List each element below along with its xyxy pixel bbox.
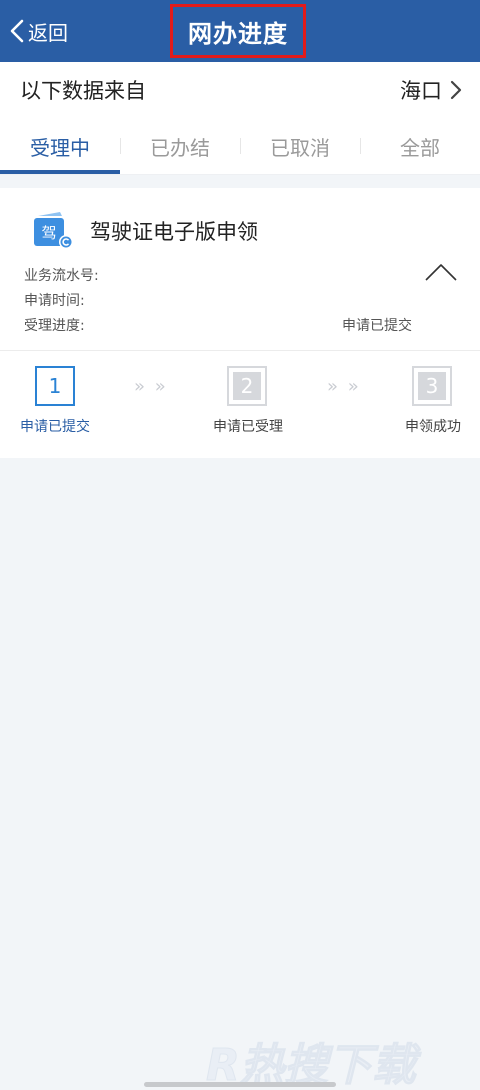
tabs-divider xyxy=(0,174,480,175)
item-title: 驾驶证电子版申领 xyxy=(90,220,258,244)
tab-cancelled[interactable]: 已取消 xyxy=(240,118,360,174)
status-tabs: 受理中 已办结 已取消 全部 xyxy=(0,118,480,174)
city-name: 海口 xyxy=(400,79,442,103)
title-highlight-box: 网办进度 xyxy=(170,4,306,58)
step-3-number: 3 xyxy=(418,372,446,400)
application-card: 驾 驾驶证电子版申领 业务流水号: 申请时间: 受理进度: 申请已提交 1 申请… xyxy=(0,188,480,458)
step-1-box: 1 xyxy=(35,366,75,406)
data-source-row[interactable]: 以下数据来自 海口 xyxy=(0,62,480,118)
card-divider xyxy=(0,350,480,351)
back-label: 返回 xyxy=(28,20,68,45)
city-selector[interactable]: 海口 xyxy=(400,75,462,105)
tab-all[interactable]: 全部 xyxy=(360,118,480,174)
chevron-right-icon xyxy=(450,80,462,100)
home-indicator xyxy=(144,1082,336,1087)
step-2-number: 2 xyxy=(233,372,261,400)
step-1-label: 申请已提交 xyxy=(20,419,90,435)
step-arrows: » » xyxy=(327,376,361,397)
page-title: 网办进度 xyxy=(188,19,288,48)
header-bar: 返回 网办进度 xyxy=(0,0,480,62)
license-icon: 驾 xyxy=(34,212,73,249)
step-3-label: 申领成功 xyxy=(405,419,461,435)
apply-time-label: 申请时间: xyxy=(24,293,85,309)
tab-completed[interactable]: 已办结 xyxy=(120,118,240,174)
back-button[interactable]: 返回 xyxy=(10,14,68,48)
chevron-up-icon[interactable] xyxy=(424,262,458,282)
chevron-left-icon xyxy=(10,19,24,43)
step-2-label: 申请已受理 xyxy=(213,419,283,435)
step-3-box: 3 xyxy=(412,366,452,406)
watermark-logo: R热搜下载 xyxy=(206,1040,422,1090)
tab-processing[interactable]: 受理中 xyxy=(0,118,120,174)
serial-number-label: 业务流水号: xyxy=(24,268,99,284)
step-arrows: » » xyxy=(134,376,168,397)
progress-value: 申请已提交 xyxy=(342,318,412,334)
step-2-box: 2 xyxy=(227,366,267,406)
progress-label: 受理进度: xyxy=(24,318,85,334)
svg-text:驾: 驾 xyxy=(41,224,56,242)
data-source-label: 以下数据来自 xyxy=(20,79,146,103)
